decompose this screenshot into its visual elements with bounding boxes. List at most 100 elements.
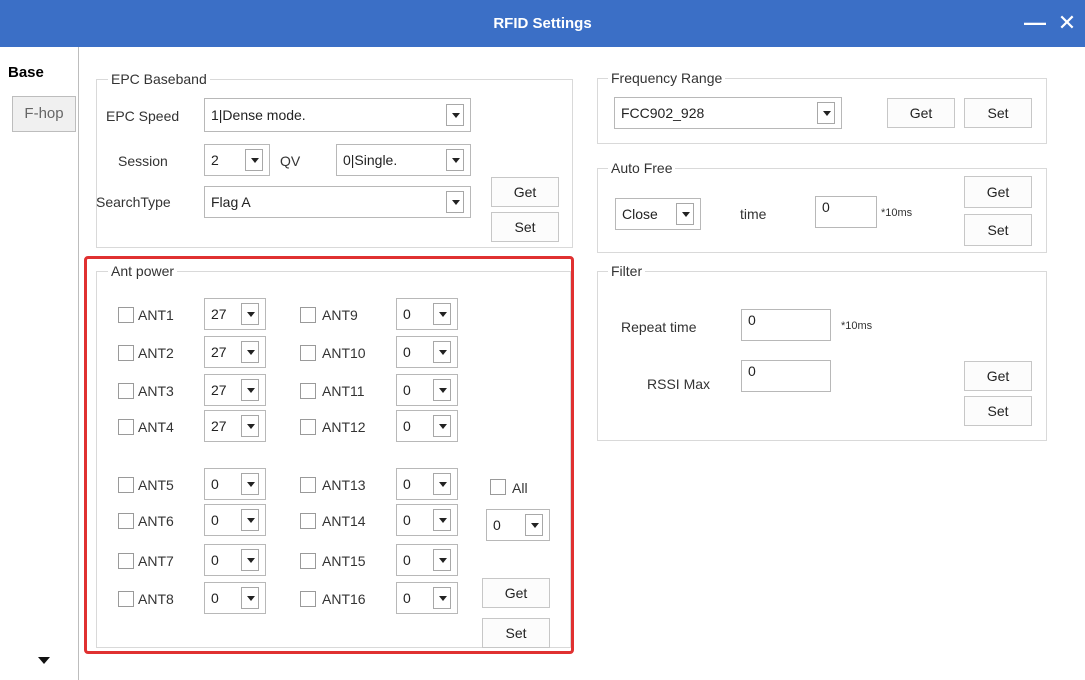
ant-power-select[interactable]: 27 [204, 298, 266, 330]
chevron-down-icon[interactable] [433, 303, 451, 325]
ant-set-button[interactable]: Set [482, 618, 550, 648]
session-select[interactable]: 2 [204, 144, 270, 176]
all-power-select[interactable]: 0 [486, 509, 550, 541]
ant-checkbox[interactable] [300, 419, 316, 435]
ant-power-select[interactable]: 0 [204, 544, 266, 576]
chevron-down-icon[interactable] [245, 149, 263, 171]
frequency-range-select[interactable]: FCC902_928 [614, 97, 842, 129]
search-type-select[interactable]: Flag A [204, 186, 471, 218]
chevron-down-icon[interactable] [241, 379, 259, 401]
close-button[interactable]: ✕ [1052, 8, 1082, 38]
auto-free-mode-select[interactable]: Close [615, 198, 701, 230]
window-title: RFID Settings [493, 15, 592, 32]
rssi-max-input[interactable]: 0 [741, 360, 831, 392]
ant-power-select[interactable]: 0 [396, 336, 458, 368]
chevron-down-icon[interactable] [241, 303, 259, 325]
time-input[interactable]: 0 [815, 196, 877, 228]
ant-power-value: 0 [403, 418, 411, 434]
ant-power-value: 0 [403, 382, 411, 398]
ant-label: ANT5 [138, 477, 174, 493]
ant-power-select[interactable]: 27 [204, 336, 266, 368]
ant-power-select[interactable]: 0 [204, 582, 266, 614]
auto-free-get-button[interactable]: Get [964, 176, 1032, 208]
chevron-down-icon[interactable] [433, 509, 451, 531]
ant-power-select[interactable]: 0 [396, 298, 458, 330]
ant-label: ANT12 [322, 419, 366, 435]
ant-checkbox[interactable] [118, 513, 134, 529]
ant-label: ANT15 [322, 553, 366, 569]
chevron-down-icon[interactable] [241, 587, 259, 609]
tab-strip [8, 47, 79, 680]
chevron-down-icon[interactable] [676, 203, 694, 225]
ant-get-button[interactable]: Get [482, 578, 550, 608]
ant-power-select[interactable]: 27 [204, 374, 266, 406]
epc-set-button[interactable]: Set [491, 212, 559, 242]
chevron-down-icon[interactable] [433, 415, 451, 437]
ant-power-select[interactable]: 0 [204, 504, 266, 536]
ant-power-select[interactable]: 0 [396, 410, 458, 442]
ant-checkbox[interactable] [118, 477, 134, 493]
ant-checkbox[interactable] [300, 477, 316, 493]
ant-power-select[interactable]: 27 [204, 410, 266, 442]
ant-power-value: 0 [211, 590, 219, 606]
qv-select[interactable]: 0|Single. [336, 144, 471, 176]
ant-checkbox[interactable] [118, 307, 134, 323]
all-label: All [512, 480, 528, 496]
tab-base[interactable]: Base [8, 56, 78, 90]
ant-checkbox[interactable] [118, 553, 134, 569]
minimize-button[interactable]: — [1020, 8, 1050, 38]
chevron-down-icon[interactable] [433, 379, 451, 401]
ant-power-select[interactable]: 0 [204, 468, 266, 500]
ant-label: ANT14 [322, 513, 366, 529]
chevron-down-icon[interactable] [241, 473, 259, 495]
ant-label: ANT2 [138, 345, 174, 361]
chevron-down-icon[interactable] [433, 587, 451, 609]
ant-power-select[interactable]: 0 [396, 544, 458, 576]
auto-free-set-button[interactable]: Set [964, 214, 1032, 246]
all-checkbox[interactable] [490, 479, 506, 495]
filter-set-button[interactable]: Set [964, 396, 1032, 426]
filter-get-button[interactable]: Get [964, 361, 1032, 391]
ant-checkbox[interactable] [300, 383, 316, 399]
epc-get-button[interactable]: Get [491, 177, 559, 207]
chevron-down-icon[interactable] [241, 549, 259, 571]
chevron-down-icon[interactable] [241, 509, 259, 531]
chevron-down-icon[interactable] [433, 549, 451, 571]
ant-power-value: 0 [403, 306, 411, 322]
ant-power-select[interactable]: 0 [396, 582, 458, 614]
ant-power-value: 27 [211, 382, 227, 398]
ant-checkbox[interactable] [300, 307, 316, 323]
chevron-down-icon[interactable] [446, 104, 464, 126]
ant-power-select[interactable]: 0 [396, 468, 458, 500]
scroll-down-arrow-icon[interactable] [38, 657, 50, 664]
time-unit-label: *10ms [881, 207, 913, 219]
ant-power-value: 0 [211, 512, 219, 528]
chevron-down-icon[interactable] [241, 415, 259, 437]
ant-power-value: 0 [403, 512, 411, 528]
chevron-down-icon[interactable] [241, 341, 259, 363]
chevron-down-icon[interactable] [525, 514, 543, 536]
ant-checkbox[interactable] [118, 383, 134, 399]
ant-checkbox[interactable] [118, 419, 134, 435]
chevron-down-icon[interactable] [817, 102, 835, 124]
ant-checkbox[interactable] [300, 513, 316, 529]
chevron-down-icon[interactable] [433, 473, 451, 495]
chevron-down-icon[interactable] [446, 149, 464, 171]
ant-power-select[interactable]: 0 [396, 374, 458, 406]
ant-checkbox[interactable] [118, 345, 134, 361]
repeat-time-input[interactable]: 0 [741, 309, 831, 341]
epc-speed-select[interactable]: 1|Dense mode. [204, 98, 471, 132]
ant-power-value: 27 [211, 306, 227, 322]
frequency-set-button[interactable]: Set [964, 98, 1032, 128]
ant-checkbox[interactable] [300, 591, 316, 607]
ant-power-select[interactable]: 0 [396, 504, 458, 536]
ant-checkbox[interactable] [300, 553, 316, 569]
frequency-get-button[interactable]: Get [887, 98, 955, 128]
ant-label: ANT8 [138, 591, 174, 607]
ant-power-value: 0 [211, 476, 219, 492]
ant-checkbox[interactable] [118, 591, 134, 607]
chevron-down-icon[interactable] [446, 191, 464, 213]
tab-f-hop[interactable]: F-hop [12, 96, 76, 132]
ant-checkbox[interactable] [300, 345, 316, 361]
chevron-down-icon[interactable] [433, 341, 451, 363]
